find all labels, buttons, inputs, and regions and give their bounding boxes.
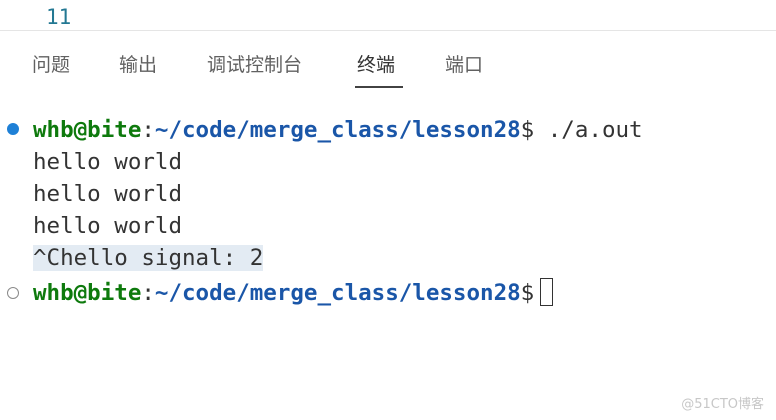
output-line: ^Chello signal: 2 [33, 242, 264, 274]
prompt-colon: : [141, 280, 155, 306]
terminal-prompt-line-current: whb@bite:~/code/merge_class/lesson28$ [33, 277, 554, 309]
prompt-dollar: $ [520, 117, 535, 143]
watermark: @51CTO博客 [681, 397, 764, 412]
tab-output[interactable]: 输出 [119, 51, 157, 79]
command-success-dot-icon[interactable] [7, 123, 19, 135]
prompt-path: ~/code/merge_class/lesson28 [154, 280, 521, 306]
prompt-user: whb@bite [33, 280, 142, 306]
terminal-cursor [540, 278, 554, 306]
editor-area: 11 [0, 0, 776, 30]
signal-output-highlight: ^Chello signal: 2 [33, 245, 264, 271]
prompt-path: ~/code/merge_class/lesson28 [154, 117, 521, 143]
panel-tab-bar: 问题 输出 调试控制台 终端 端口 [0, 31, 776, 91]
terminal-prompt-line: whb@bite:~/code/merge_class/lesson28$ ./… [33, 114, 643, 146]
command-text: ./a.out [534, 117, 643, 143]
prompt-colon: : [141, 117, 155, 143]
tab-ports[interactable]: 端口 [445, 51, 483, 79]
active-tab-indicator [355, 86, 403, 88]
prompt-dollar: $ [520, 280, 535, 306]
output-line: hello world [33, 149, 183, 175]
output-line: hello world [33, 213, 183, 239]
tab-debug-console[interactable]: 调试控制台 [207, 51, 302, 79]
line-number: 11 [46, 5, 72, 29]
output-line: hello world [33, 181, 183, 207]
prompt-user: whb@bite [33, 117, 142, 143]
command-idle-dot-icon[interactable] [7, 287, 19, 299]
tab-problems[interactable]: 问题 [32, 51, 70, 79]
tab-terminal[interactable]: 终端 [357, 51, 395, 79]
terminal-output[interactable]: whb@bite:~/code/merge_class/lesson28$ ./… [0, 112, 776, 412]
